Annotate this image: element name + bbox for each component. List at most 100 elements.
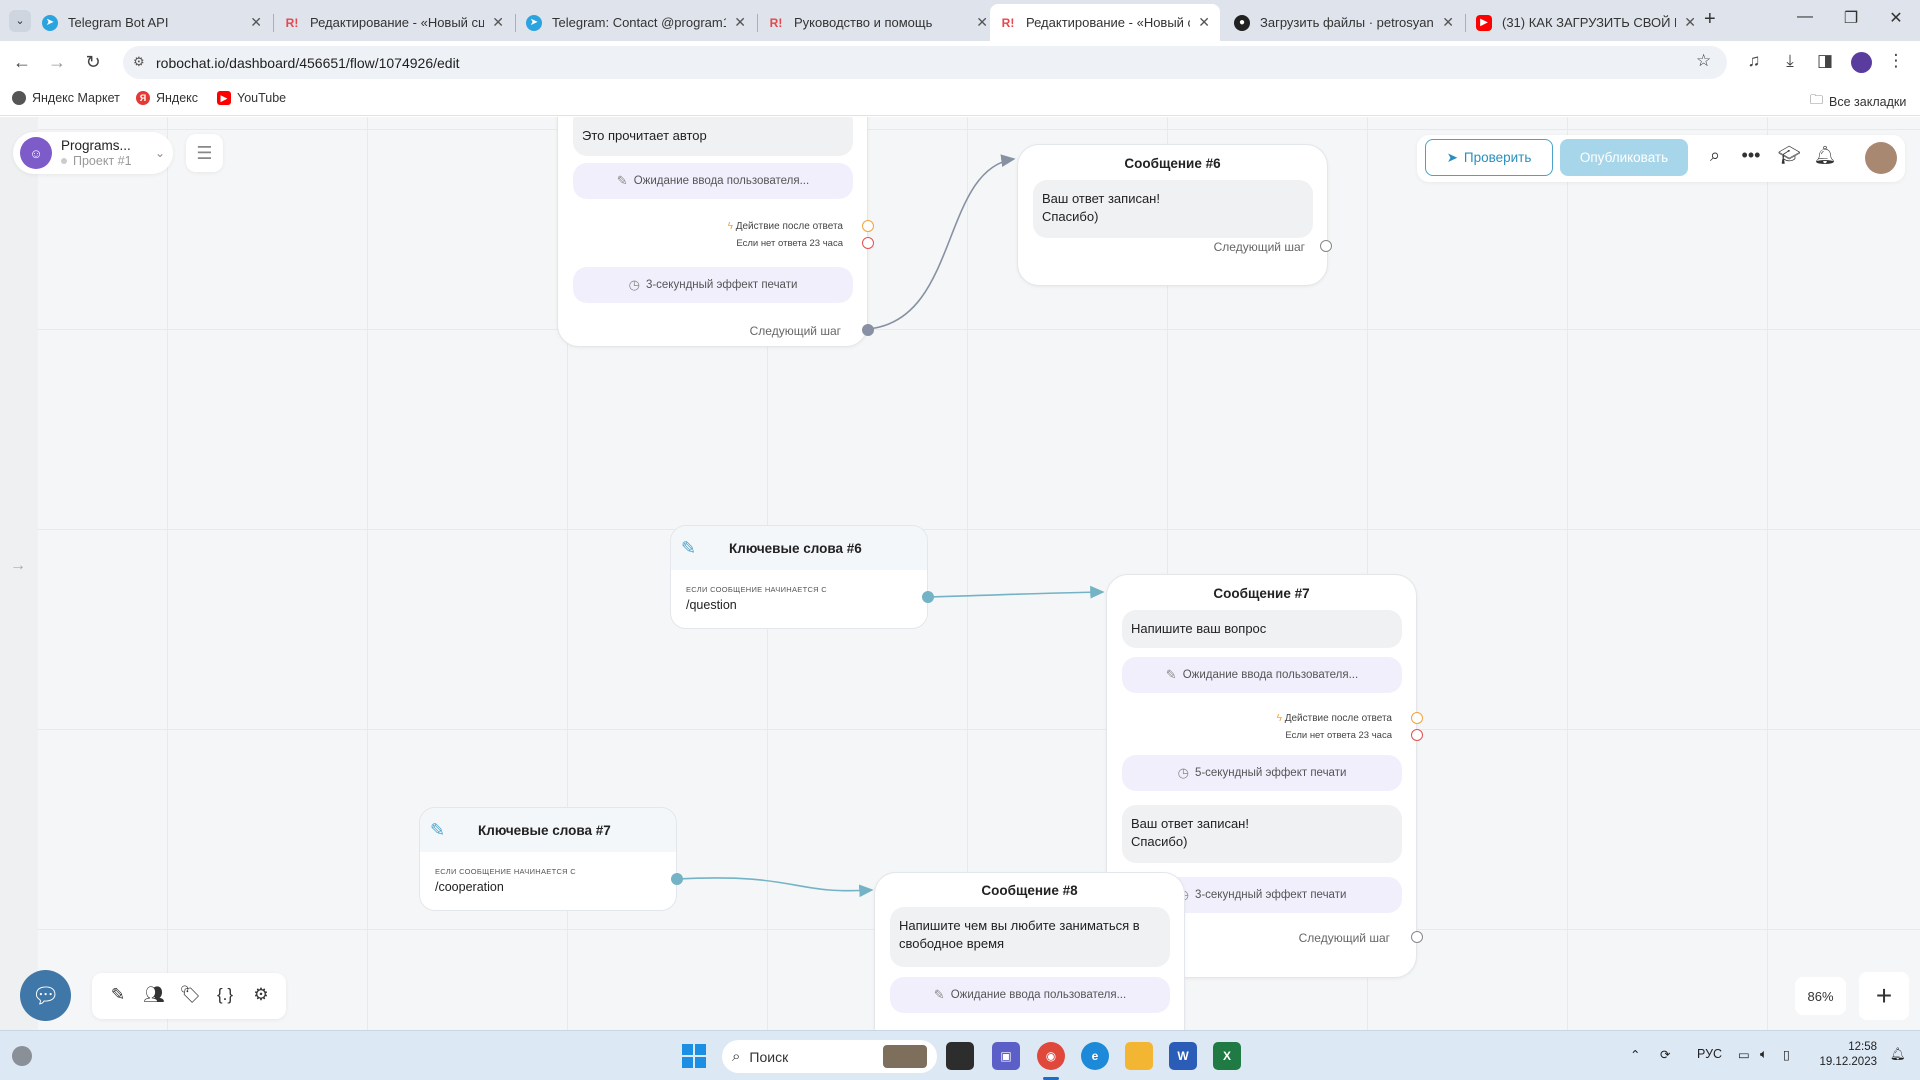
word-icon[interactable]: W (1169, 1042, 1197, 1070)
tab-robochat-edit-1[interactable]: R! Редактирование - «Новый сц ✕ (274, 4, 514, 41)
forward-icon[interactable]: → (44, 49, 70, 75)
file-explorer-icon[interactable] (1125, 1042, 1153, 1070)
waiting-input-pill[interactable]: ✎ Ожидание ввода пользователя... (890, 977, 1170, 1013)
project-selector[interactable]: ☺ Programs... Проект #1 ⌄ (13, 132, 173, 174)
publish-button[interactable]: Опубликовать (1560, 139, 1688, 176)
tab-telegram-contact[interactable]: ➤ Telegram: Contact @program1 ✕ (516, 4, 756, 41)
more-menu-icon[interactable]: ⋮ (1884, 51, 1908, 71)
message-node-6[interactable]: Сообщение #6 Ваш ответ записан! Спасибо)… (1017, 144, 1332, 286)
user-avatar[interactable] (1865, 142, 1897, 174)
sync-icon[interactable]: ⟳ (1660, 1047, 1670, 1062)
message-text[interactable]: Напишите ваш вопрос (1122, 610, 1402, 648)
message-text-2[interactable]: Ваш ответ записан! Спасибо) (1122, 805, 1402, 863)
address-bar[interactable]: ⚙ robochat.io/dashboard/456651/flow/1074… (123, 46, 1727, 79)
bell-icon[interactable]: 🔔︎ (1812, 145, 1838, 166)
menu-hamburger-icon[interactable]: ☰ (186, 134, 223, 172)
next-step-port[interactable] (1320, 240, 1332, 252)
close-icon[interactable]: ✕ (1198, 14, 1210, 31)
edge-icon[interactable]: e (1081, 1042, 1109, 1070)
more-dots-icon[interactable]: ••• (1738, 145, 1764, 166)
add-node-plus-icon[interactable]: + (1859, 972, 1909, 1020)
close-icon[interactable]: ✕ (250, 14, 262, 31)
youtube-icon: ▶ (217, 91, 231, 105)
bookmark-youtube[interactable]: ▶ YouTube (217, 91, 286, 105)
volume-icon[interactable]: 🔈︎ (1760, 1047, 1768, 1062)
chat-bubbles-icon[interactable]: 💬︎ (20, 970, 71, 1021)
settings-gear-icon[interactable]: ⚙ (249, 985, 273, 1005)
next-step-port[interactable] (862, 324, 874, 336)
bookmark-star-icon[interactable]: ☆ (1696, 51, 1711, 71)
tab-youtube-video[interactable]: ▶ (31) КАК ЗАГРУЗИТЬ СВОЙ ПР ✕ (1466, 4, 1706, 41)
close-icon[interactable]: ✕ (492, 14, 504, 31)
language-indicator[interactable]: РУС (1697, 1047, 1722, 1061)
users-icon[interactable]: 👥︎ (142, 985, 166, 1005)
bookmark-yandex[interactable]: Я Яндекс (136, 91, 198, 105)
tab-telegram-bot-api[interactable]: ➤ Telegram Bot API ✕ (32, 4, 272, 41)
pencil-icon[interactable]: ✎ (681, 538, 711, 559)
close-icon[interactable]: ✕ (976, 14, 988, 31)
message-text[interactable]: Напишите чем вы любите заниматься в своб… (890, 907, 1170, 967)
reload-icon[interactable]: ↻ (80, 49, 106, 75)
keyword-value[interactable]: /question (686, 598, 737, 612)
message-text[interactable]: Ваш ответ записан! Спасибо) (1033, 180, 1313, 238)
teams-icon[interactable]: ▣ (992, 1042, 1020, 1070)
window-close-icon[interactable]: ✕ (1881, 8, 1911, 28)
keyword-value[interactable]: /cooperation (435, 880, 504, 894)
new-tab-button[interactable]: + (1704, 8, 1716, 31)
clock[interactable]: 12:58 19.12.2023 (1815, 1040, 1877, 1070)
taskbar-search[interactable]: ⌕ Поиск (722, 1040, 937, 1073)
search-icon[interactable]: ⌕ (1702, 145, 1728, 166)
message-node-top[interactable]: Это прочитает автор ✎ Ожидание ввода пол… (557, 117, 874, 347)
bookmark-yandex-market[interactable]: Яндекс Маркет (12, 91, 120, 105)
side-panel-icon[interactable]: ◨ (1813, 51, 1837, 71)
profile-avatar[interactable] (1851, 52, 1872, 73)
tab-github-upload[interactable]: ● Загрузить файлы · petrosyan7 ✕ (1224, 4, 1464, 41)
no-answer-port[interactable] (862, 237, 874, 249)
chrome-icon[interactable]: ◉ (1037, 1042, 1065, 1070)
keywords-7-out-port[interactable] (671, 873, 683, 885)
zoom-level[interactable]: 86% (1795, 977, 1846, 1015)
notification-bell-icon[interactable]: 🔔︎ (1890, 1047, 1906, 1062)
battery-icon[interactable]: ▯ (1783, 1047, 1790, 1062)
next-step-port[interactable] (1411, 931, 1423, 943)
message-node-8[interactable]: Сообщение #8 Напишите чем вы любите зани… (874, 872, 1185, 1030)
tab-robochat-edit-active[interactable]: R! Редактирование - «Новый сц ✕ (990, 4, 1220, 41)
pencil-icon[interactable]: ✎ (430, 820, 460, 841)
message-text[interactable]: Это прочитает автор (573, 117, 853, 156)
action-after-port[interactable] (1411, 712, 1423, 724)
excel-icon[interactable]: X (1213, 1042, 1241, 1070)
close-icon[interactable]: ✕ (1442, 14, 1454, 31)
site-info-icon[interactable]: ⚙ (133, 54, 145, 70)
action-after-port[interactable] (862, 220, 874, 232)
keywords-6-out-port[interactable] (922, 591, 934, 603)
waiting-input-pill[interactable]: ✎ Ожидание ввода пользователя... (1122, 657, 1402, 693)
graduation-cap-icon[interactable]: 🎓︎ (1776, 145, 1802, 166)
tab-robochat-help[interactable]: R! Руководство и помощь ✕ (758, 4, 998, 41)
tray-chevron-up-icon[interactable]: ⌃ (1630, 1047, 1640, 1062)
media-control-icon[interactable]: ♫ (1742, 51, 1766, 71)
keywords-node-6[interactable]: ✎ Ключевые слова #6 ЕСЛИ СООБЩЕНИЕ НАЧИН… (670, 525, 928, 629)
close-icon[interactable]: ✕ (1684, 14, 1696, 31)
close-icon[interactable]: ✕ (734, 14, 746, 31)
minimize-icon[interactable]: — (1790, 8, 1820, 26)
tab-search-chevron-icon[interactable]: ⌄ (9, 10, 31, 32)
back-icon[interactable]: ← (9, 49, 35, 75)
keywords-node-7[interactable]: ✎ Ключевые слова #7 ЕСЛИ СООБЩЕНИЕ НАЧИН… (419, 807, 677, 911)
task-view-icon[interactable] (946, 1042, 974, 1070)
pencil-tool-icon[interactable]: ✎ (106, 985, 130, 1005)
tag-icon[interactable]: 🏷︎ (178, 985, 202, 1005)
all-bookmarks[interactable]: 🗀 Все закладки (1810, 91, 1906, 113)
network-icon[interactable]: ▭ (1738, 1047, 1750, 1062)
downloads-icon[interactable]: ⤓ (1778, 51, 1802, 71)
restore-icon[interactable]: ❐ (1836, 8, 1866, 28)
widgets-icon[interactable] (12, 1046, 32, 1066)
no-answer-port[interactable] (1411, 729, 1423, 741)
typing-effect-pill[interactable]: ◷ 3-секундный эффект печати (573, 267, 853, 303)
flow-canvas[interactable]: → Это прочитает автор ✎ Ожидание ввода п… (0, 117, 1920, 1030)
windows-start-icon[interactable] (682, 1044, 706, 1068)
waiting-input-pill[interactable]: ✎ Ожидание ввода пользователя... (573, 163, 853, 199)
variables-braces-icon[interactable]: {.} (213, 985, 237, 1005)
typing-effect-pill[interactable]: ◷ 5-секундный эффект печати (1122, 755, 1402, 791)
keywords-header: ✎ Ключевые слова #7 (420, 808, 676, 852)
check-button[interactable]: ➤ Проверить (1425, 139, 1553, 176)
